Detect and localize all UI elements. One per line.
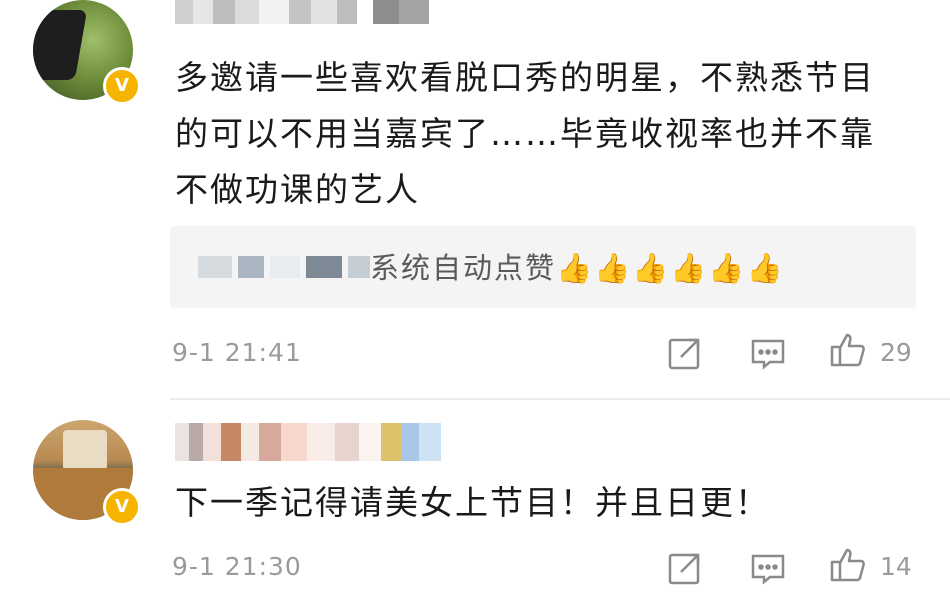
reply-button[interactable] <box>748 548 788 588</box>
verified-badge-icon: V <box>103 67 141 105</box>
thumbs-up-icon <box>830 333 865 367</box>
comment-text-line: 的可以不用当嘉宾了……毕竟收视率也并不靠 <box>175 114 875 153</box>
avatar-image <box>33 10 88 80</box>
reply-text: 系统自动点赞👍👍👍👍👍👍 <box>370 251 785 285</box>
comment-icon <box>751 554 785 585</box>
username-blurred[interactable] <box>175 423 459 461</box>
thumbs-up-icon <box>830 548 865 582</box>
comment-item: V 多邀请一些喜欢看脱口秀的明星，不熟悉节目 的可以不用当嘉宾了……毕竟收视率也… <box>0 0 950 400</box>
share-button[interactable] <box>665 548 705 588</box>
share-button[interactable] <box>665 333 705 373</box>
comment-timestamp: 9-1 21:30 <box>172 552 302 581</box>
comment-text-line: 多邀请一些喜欢看脱口秀的明星，不熟悉节目 <box>175 58 875 97</box>
like-count: 29 <box>880 338 912 367</box>
comment-text-line: 不做功课的艺人 <box>175 170 420 209</box>
comment-timestamp: 9-1 21:41 <box>172 338 302 367</box>
username-blurred[interactable] <box>175 0 429 24</box>
like-button[interactable] <box>828 545 868 585</box>
reply-box[interactable]: 系统自动点赞👍👍👍👍👍👍 <box>170 226 916 308</box>
like-button[interactable] <box>828 330 868 370</box>
comment-text: 下一季记得请美女上节目！并且日更！ <box>175 475 935 531</box>
comment-text: 多邀请一些喜欢看脱口秀的明星，不熟悉节目 的可以不用当嘉宾了……毕竟收视率也并不… <box>175 50 935 218</box>
verified-badge-icon: V <box>103 488 141 526</box>
share-icon <box>668 553 700 585</box>
share-icon <box>668 338 700 370</box>
like-count: 14 <box>880 552 912 581</box>
comment-item: V 下一季记得请美女上节目！并且日更！ 9-1 21:30 14 <box>0 400 950 612</box>
comment-icon <box>751 339 785 370</box>
reply-username-blurred[interactable] <box>198 256 370 278</box>
reply-button[interactable] <box>748 333 788 373</box>
comment-text-line: 下一季记得请美女上节目！并且日更！ <box>175 483 770 522</box>
avatar-image <box>63 430 107 470</box>
